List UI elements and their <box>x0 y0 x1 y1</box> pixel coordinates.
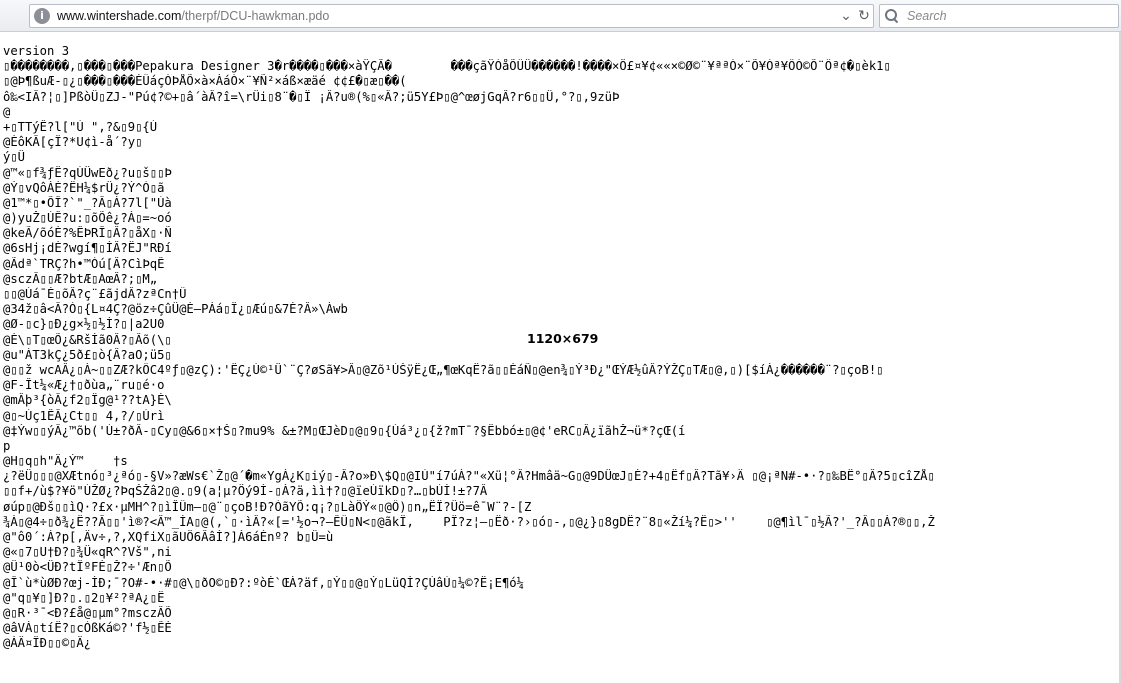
text-line: +▯TTýÊ?l["Ù ",?&▯9▯{Ú <box>3 119 158 134</box>
text-line: @6sHj¡dÈ?wgí¶▯ÍÂ?ËJ"RÐí <box>3 241 172 256</box>
chevron-down-icon[interactable]: ⌄ <box>837 7 855 25</box>
text-line: ▯��������,▯���▯���Pepakura Designer 3�r�… <box>3 59 891 74</box>
text-line: @u"ÁT3kÇ¿5ð£▯ò{Â?aO;ü5▯ <box>3 347 172 362</box>
text-line: @1™*▯•ÕÎ?`"_?Â▯Á?7l["Ùà <box>3 195 172 210</box>
text-line: @34ž▯â<Â?Ò▯{L¤4Ç?@öz÷ÇûÜ@È—PÁá▯Ï¿▯Æú▯&7È… <box>3 302 348 317</box>
text-line: @)yuŽ▯ÙÊ?u:▯õÕê¿?Á▯=~oó <box>3 211 172 226</box>
text-line: @‡Ýw▯▯ýÂ¿™õb('Ú±?ðÂ-▯Cy▯@&6▯×†Š▯?mu9% &±… <box>3 423 686 438</box>
dimension-label: 1120×679 <box>527 331 599 346</box>
search-input[interactable] <box>905 6 1109 26</box>
text-line: version 3 <box>3 44 70 58</box>
text-line: @ <box>3 104 11 119</box>
text-line: ý▯Ü <box>3 150 26 165</box>
text-line: @ÈôKÂ[çÏ?*U¢ì-å´?y▯ <box>3 135 143 150</box>
text-line: @▯R·³¯<Ð?£å@▯µm°?msczÂÕ <box>3 605 172 620</box>
text-line: ¿?ëÜ▯▯▯@XÆtnó▯³¿ªó▯-§V»?æWs€`Ž▯@´�m«YgÀ¿… <box>3 469 935 484</box>
text-line: @"ô0´:Á?p[,Äv÷,?,XQfiX▯ãUÖ6ÂâÌ?]Á6áÉnº? … <box>3 530 334 544</box>
text-line: @F-Ît¼«Æ¿†▯ðùa„¨ru▯é·o <box>3 378 165 393</box>
search-icon[interactable] <box>885 9 899 23</box>
text-line: ô‰<IÂ?¦▯]PßòÜ▯ZJ-"Pú¢?©+▯â´àÂ?î=\rÜi▯8¨�… <box>3 89 620 104</box>
text-line: @"q▯¥▯]Ð?▯.▯2▯¥²?ªA¿▯Ë <box>3 590 165 605</box>
text-line: ▯@Þ¶ßuÆ-▯¿▯���▯���ÈÛáçÓÞÅÕ×à×ÀáÓ×¨¥Ñ²×áß… <box>3 74 407 89</box>
reload-icon[interactable]: ↻ <box>855 7 873 25</box>
text-line: @keÃ/õóÈ?%ÊÞRÎ▯Â?▯åX▯·Ñ <box>3 226 172 241</box>
text-line: ▯▯@Úá¯É▯õÂ?ç¨£ãjdÂ?zªCn†Û <box>3 287 187 301</box>
text-line: @ÁÄ¤ÏÐ▯▯©▯Ä¿ <box>3 636 92 651</box>
text-line: @Î`ù*ùØÐ?œj-ÌÐ;¯?O#-•·#▯@\▯ðO©▯Ð?:ºòÈ`ŒÀ… <box>3 575 524 590</box>
text-line: ▯▯f+/ù$?¥ö"ÚŽØ¿?ÞqŠŽâ2▯@.▯9(a¦µ?Öý9Ì-▯À?… <box>3 484 488 499</box>
url-host: www.wintershade.com <box>57 9 182 23</box>
text-line: @«▯7▯U†Ð?▯¾Ü«qR^?Vš",ni <box>3 545 172 560</box>
text-line: ¾À▯@4÷▯ð¾¿Ë??Â▯▯'ì®?<Â™_ÍA▯@(,`▯·ìÂ?«[='… <box>3 514 935 529</box>
search-box[interactable] <box>879 4 1119 28</box>
text-line: p <box>3 438 11 453</box>
text-line: @▯~Ùç1ÊÂ¿Ct▯▯ 4,?/▯Úrì <box>3 408 165 423</box>
text-line: @mÂþ³{òÂ¿f2▯Ïg@¹??tA}È\ <box>3 393 172 408</box>
browser-toolbar: i www.wintershade.com/therpf/DCU-hawkman… <box>0 0 1121 32</box>
text-line: @Ü¹0ò<ÜÐ?tÏºFÉ▯Ž?÷'Æn▯Õ <box>3 560 172 575</box>
text-line: @Ý▯vQôÀÉ?ËH¼$rÜ¿?Ý^Ò▯ã <box>3 180 165 195</box>
text-line: øúp▯@Ðš▯▯ìQ·?£x·µMH^?▯ìÎÛm—▯@¨▯çoB!Ð?ÒãY… <box>3 499 532 514</box>
address-bar[interactable]: i www.wintershade.com/therpf/DCU-hawkman… <box>29 4 874 28</box>
text-line: @âVÁ▯tíË?▯cÒßKá©?'f½▯ÊÉ <box>3 621 172 636</box>
text-line: @H▯q▯h"Ä¿Ý™ †s <box>3 454 128 469</box>
text-line: @™«▯f¾ƒË?qÚÜwEð¿?u▯š▯▯Þ <box>3 165 172 180</box>
globe-icon: i <box>34 8 50 24</box>
text-line: @sczÂ▯▯Æ?btÆ▯AœÂ?;▯M„ <box>3 271 158 286</box>
text-line: @Ãdª`TRÇ?h•™Òú[Â?CìÞqÊ <box>3 256 165 271</box>
url-path: /therpf/DCU-hawkman.pdo <box>181 9 330 23</box>
text-line: @▯▯ž wcAÂ¿▯À~▯▯ZÆ?kÔC4ºƒ▯@zÇ):'ËÇ¿Ú©¹Ü`¨… <box>3 362 884 377</box>
document-text: version 3 ▯��������,▯���▯���Pepakura Desi… <box>3 44 1113 683</box>
url-text[interactable]: www.wintershade.com/therpf/DCU-hawkman.p… <box>57 9 837 23</box>
